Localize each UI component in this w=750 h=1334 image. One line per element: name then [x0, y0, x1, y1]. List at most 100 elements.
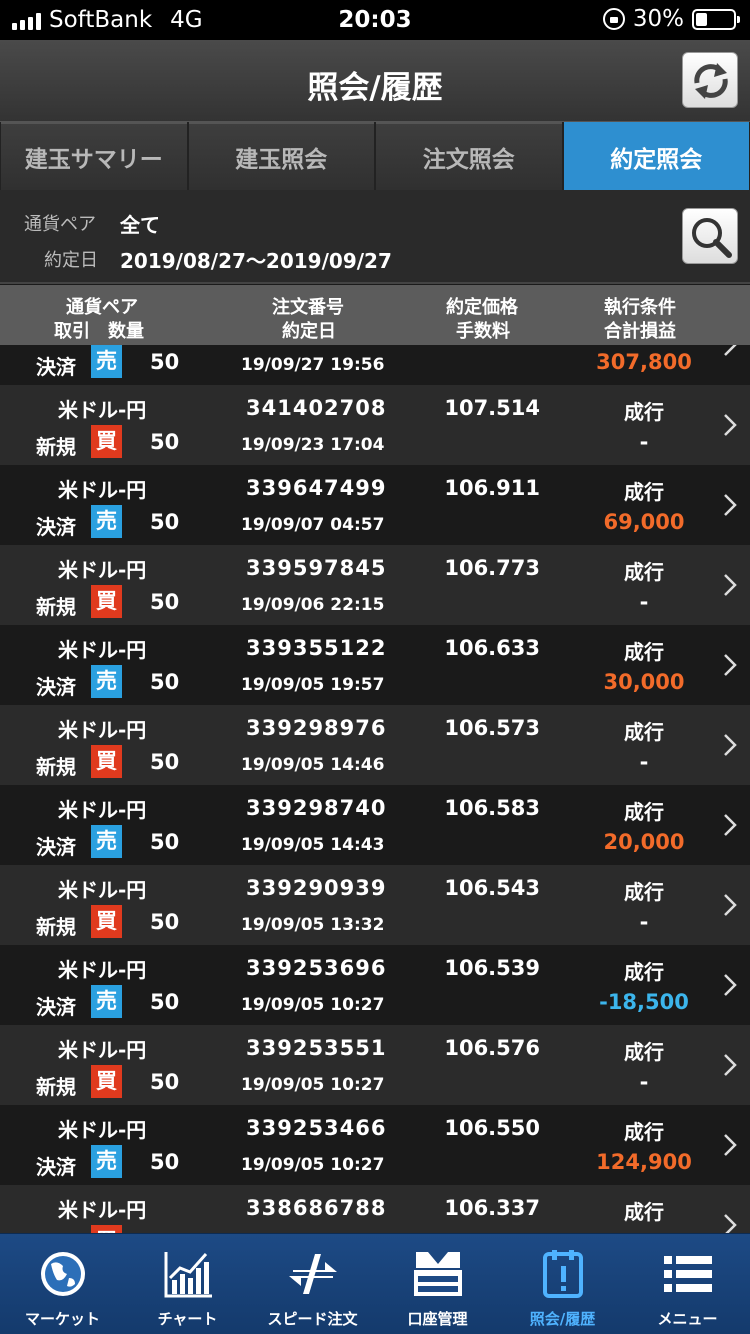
side-badge: 売 [91, 1145, 122, 1178]
row-exec-price: 106.773 [444, 556, 540, 580]
col-exec-date-header: 約定日 [282, 321, 336, 342]
table-row[interactable]: 米ドル-円 新規買 50 339597845 19/09/06 22:15 106.773… [0, 545, 750, 625]
row-quantity: 50 [150, 990, 180, 1014]
tabbar-market[interactable]: マーケット [0, 1234, 125, 1334]
row-exec-date: 19/09/05 10:27 [241, 1075, 385, 1095]
side-badge: 売 [91, 985, 122, 1018]
tabbar-history-label: 照会/履歴 [529, 1310, 596, 1328]
tab-order-inquiry[interactable]: 注文照会 [376, 122, 562, 190]
table-row[interactable]: 米ドル-円 決済売 50 339647499 19/09/07 04:57 106.911… [0, 465, 750, 545]
row-total-pnl: 20,000 [603, 830, 685, 854]
refresh-icon [694, 63, 728, 99]
row-exec-date: 19/09/05 10:27 [241, 995, 385, 1015]
row-quantity: 50 [150, 510, 180, 534]
tabbar-history[interactable]: 照会/履歴 [500, 1234, 625, 1334]
row-order-number: 339298740 [246, 796, 387, 820]
row-exec-price: 106.633 [444, 636, 540, 660]
table-row[interactable]: 決済売 50 19/09/27 19:56 307,800 [0, 345, 750, 385]
row-quantity: 50 [150, 1150, 180, 1174]
refresh-button[interactable] [682, 52, 738, 108]
tabbar-account-label: 口座管理 [407, 1310, 468, 1328]
row-pair: 米ドル-円 [58, 798, 147, 822]
chevron-right-icon [724, 734, 737, 756]
chevron-right-icon [724, 574, 737, 596]
table-row[interactable]: 米ドル-円買 338686788 106.337 成行 [0, 1185, 750, 1233]
table-row[interactable]: 米ドル-円 決済売 50 339355122 19/09/05 19:57 106.633… [0, 625, 750, 705]
col-total-pnl-header: 合計損益 [604, 321, 676, 342]
row-order-number: 339355122 [246, 636, 387, 660]
row-exec-date: 19/09/06 22:15 [241, 595, 385, 615]
tabbar-account[interactable]: 口座管理 [375, 1234, 500, 1334]
row-total-pnl: 124,900 [596, 1150, 692, 1174]
table-row[interactable]: 米ドル-円 新規買 50 339253551 19/09/05 10:27 106.576… [0, 1025, 750, 1105]
chevron-right-icon [724, 1134, 737, 1156]
table-row[interactable]: 米ドル-円 新規買 50 339298976 19/09/05 14:46 106.573… [0, 705, 750, 785]
row-total-pnl: 69,000 [603, 510, 685, 534]
account-icon [413, 1252, 462, 1296]
row-total-pnl: - [639, 1070, 649, 1094]
row-quantity: 50 [150, 1070, 180, 1094]
tab-position-summary[interactable]: 建玉サマリー [1, 122, 187, 190]
row-pair: 米ドル-円 [58, 878, 147, 902]
tabbar-chart[interactable]: チャート [125, 1234, 250, 1334]
row-quantity: 50 [150, 830, 180, 854]
row-trade-type: 新規 [36, 1075, 76, 1099]
row-order-number: 338686788 [246, 1196, 387, 1220]
row-total-pnl: 30,000 [603, 670, 685, 694]
tabbar-speed-order-label: スピード注文 [267, 1310, 358, 1328]
row-total-pnl: 307,800 [596, 350, 692, 374]
row-condition: 成行 [624, 960, 664, 984]
table-row[interactable]: 米ドル-円 新規買 50 339290939 19/09/05 13:32 106.543… [0, 865, 750, 945]
filter-panel: 通貨ペア 全て 約定日 2019/08/27〜2019/09/27 [0, 190, 750, 284]
status-bar: SoftBank 4G 20:03 30% [0, 0, 750, 40]
row-pair: 米ドル-円 [58, 958, 147, 982]
side-badge: 買 [91, 745, 122, 778]
row-pair: 米ドル-円 [58, 558, 147, 582]
row-quantity: 50 [150, 430, 180, 454]
col-pair-header: 通貨ペア [66, 297, 138, 318]
chart-icon [164, 1252, 212, 1298]
pair-filter-value: 全て [120, 213, 160, 237]
tabbar-menu-label: メニュー [657, 1310, 718, 1328]
search-button[interactable] [682, 208, 738, 264]
row-quantity: 50 [150, 910, 180, 934]
menu-icon [663, 1256, 712, 1292]
row-quantity: 50 [150, 750, 180, 774]
tab-position-inquiry[interactable]: 建玉照会 [188, 122, 374, 190]
row-pair: 米ドル-円 [58, 1118, 147, 1142]
row-pair: 米ドル-円 [58, 638, 147, 662]
tab-execution-inquiry[interactable]: 約定照会 [563, 122, 749, 190]
row-total-pnl: - [639, 750, 649, 774]
search-icon [692, 218, 732, 258]
row-trade-type: 新規 [36, 435, 76, 459]
row-pair: 米ドル-円 [58, 478, 147, 502]
tabbar-chart-label: チャート [157, 1310, 218, 1328]
table-row[interactable]: 米ドル-円 決済売 50 339253466 19/09/05 10:27 106.550… [0, 1105, 750, 1185]
row-pair: 米ドル-円 [58, 398, 147, 422]
tabbar-market-label: マーケット [24, 1310, 100, 1328]
row-exec-price: 106.543 [444, 876, 540, 900]
row-condition: 成行 [624, 1120, 664, 1144]
battery-percent: 30% [632, 6, 684, 32]
tabbar-menu[interactable]: メニュー [625, 1234, 750, 1334]
row-exec-price: 106.573 [444, 716, 540, 740]
row-trade-type: 新規 [36, 755, 76, 779]
bottom-tab-bar: マーケット チャート スピード注文 口座管理 照会/履歴 メニュー [0, 1233, 750, 1334]
row-exec-date: 19/09/07 04:57 [241, 515, 385, 535]
table-row[interactable]: 米ドル-円 決済売 50 339253696 19/09/05 10:27 106.539… [0, 945, 750, 1025]
date-filter-value: 2019/08/27〜2019/09/27 [120, 249, 392, 273]
row-total-pnl: -18,500 [599, 990, 689, 1014]
row-order-number: 339253466 [246, 1116, 387, 1140]
tabbar-speed-order[interactable]: スピード注文 [250, 1234, 375, 1334]
table-row[interactable]: 米ドル-円 新規買 50 341402708 19/09/23 17:04 107.514… [0, 385, 750, 465]
row-quantity: 50 [150, 590, 180, 614]
table-row[interactable]: 米ドル-円 決済売 50 339298740 19/09/05 14:43 106.583… [0, 785, 750, 865]
chevron-right-icon [724, 345, 737, 356]
side-badge: 売 [91, 345, 122, 378]
row-exec-price: 106.911 [444, 476, 540, 500]
page-title: 照会/履歴 [307, 70, 443, 106]
chevron-right-icon [724, 1054, 737, 1076]
row-pair: 米ドル-円 [58, 1198, 147, 1222]
col-order-no-header: 注文番号 [272, 297, 344, 318]
col-trade-qty-header: 取引 数量 [54, 321, 144, 342]
